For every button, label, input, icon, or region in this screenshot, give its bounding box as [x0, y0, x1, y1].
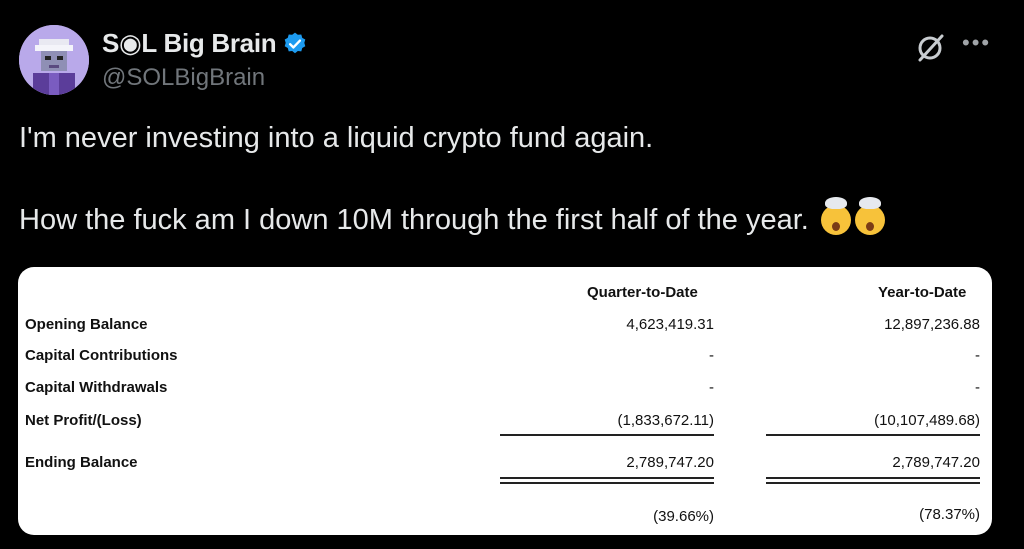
row-value-ytd: -: [975, 347, 980, 364]
row-label: Capital Withdrawals: [25, 379, 168, 396]
row-value-qtd: -: [709, 379, 714, 396]
subtotal-rule: [766, 434, 980, 436]
author-name-row: S◉L Big Brain: [102, 28, 308, 59]
author-handle[interactable]: @SOLBigBrain: [102, 64, 265, 92]
author-display-name[interactable]: S◉L Big Brain: [102, 28, 277, 59]
total-rule: [766, 477, 980, 479]
statement-image[interactable]: Quarter-to-Date Year-to-Date Opening Bal…: [18, 267, 992, 535]
return-ytd: (78.37%): [919, 506, 980, 523]
subtotal-rule: [500, 434, 714, 436]
row-value-qtd: -: [709, 347, 714, 364]
row-value-ytd: 2,789,747.20: [892, 454, 980, 471]
grok-icon[interactable]: [914, 30, 948, 64]
column-header-qtd: Quarter-to-Date: [587, 284, 698, 301]
tweet-text-line-2-text: How the fuck am I down 10M through the f…: [19, 204, 809, 236]
total-rule: [500, 482, 714, 484]
exploding-head-emoji-icon: [820, 197, 851, 235]
row-value-qtd: 2,789,747.20: [626, 454, 714, 471]
total-rule: [766, 482, 980, 484]
row-label: Capital Contributions: [25, 347, 178, 364]
verified-badge-icon: [285, 32, 306, 53]
avatar[interactable]: [19, 25, 89, 95]
row-label: Ending Balance: [25, 454, 138, 471]
column-header-ytd: Year-to-Date: [878, 284, 967, 301]
more-options-icon[interactable]: •••: [962, 30, 991, 56]
row-value-ytd: -: [975, 379, 980, 396]
row-value-ytd: 12,897,236.88: [884, 316, 980, 333]
return-qtd: (39.66%): [653, 508, 714, 525]
total-rule: [500, 477, 714, 479]
exploding-head-emoji-icon: [854, 197, 885, 235]
row-value-ytd: (10,107,489.68): [874, 412, 980, 429]
tweet-text-line-1: I'm never investing into a liquid crypto…: [19, 122, 654, 154]
row-label: Net Profit/(Loss): [25, 412, 142, 429]
row-label: Opening Balance: [25, 316, 148, 333]
row-value-qtd: 4,623,419.31: [626, 316, 714, 333]
avatar-image: [19, 25, 89, 95]
row-value-qtd: (1,833,672.11): [617, 412, 714, 429]
tweet-text-line-2: How the fuck am I down 10M through the f…: [19, 197, 885, 237]
